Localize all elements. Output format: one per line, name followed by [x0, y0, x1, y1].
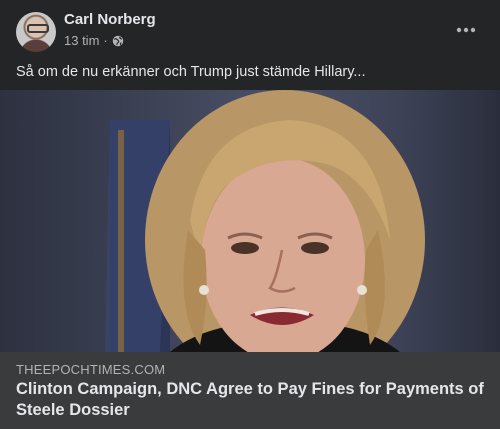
link-domain: THEEPOCHTIMES.COM — [16, 362, 166, 377]
preview-image[interactable] — [0, 90, 500, 352]
globe-icon — [112, 35, 123, 46]
author-name[interactable]: Carl Norberg — [64, 11, 156, 28]
post-meta: 13 tim · — [64, 33, 124, 48]
link-headline[interactable]: Clinton Campaign, DNC Agree to Pay Fines… — [16, 379, 486, 421]
meta-separator: · — [103, 33, 108, 48]
post-timestamp[interactable]: 13 tim — [64, 33, 99, 48]
news-photo — [105, 90, 425, 352]
more-options-icon — [456, 27, 476, 33]
feed-post: Carl Norberg 13 tim · Så om de nu erkänn… — [0, 0, 500, 429]
link-preview-card[interactable]: THEEPOCHTIMES.COM Clinton Campaign, DNC … — [0, 90, 500, 429]
link-preview-footer[interactable]: THEEPOCHTIMES.COM Clinton Campaign, DNC … — [0, 352, 500, 429]
more-options-button[interactable] — [450, 14, 482, 46]
post-text: Så om de nu erkänner och Trump just stäm… — [16, 64, 366, 80]
avatar[interactable] — [16, 12, 56, 52]
post-header: Carl Norberg 13 tim · — [0, 0, 500, 60]
